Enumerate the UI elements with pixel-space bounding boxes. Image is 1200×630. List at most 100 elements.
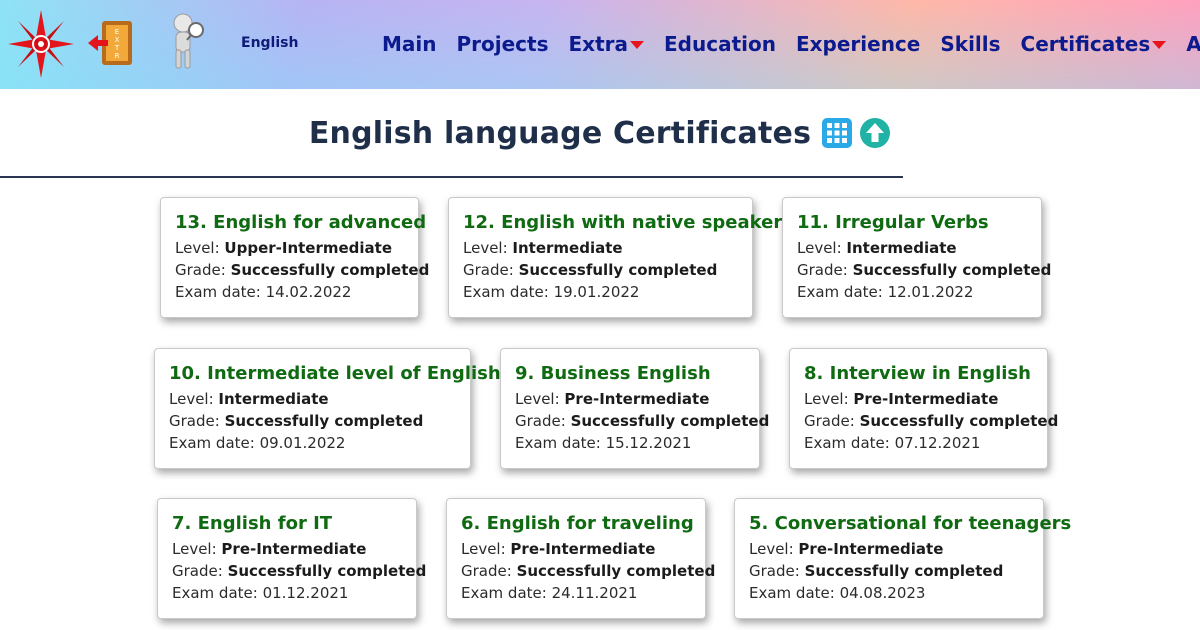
level-value: Intermediate [218,390,329,408]
exam-date-value: 04.08.2023 [839,584,926,602]
compass-star-icon[interactable] [8,10,74,78]
certificate-title: 8. Interview in English [804,363,1031,384]
certificate-card[interactable]: 5. Conversational for teenagers Level: P… [734,498,1072,619]
grade-label: Grade: [804,412,860,430]
language-selector[interactable]: English [241,35,298,51]
site-header: E X T R English Main Projects Extra Educ… [0,0,1200,89]
level-value: Intermediate [846,239,957,257]
certificate-title: 5. Conversational for teenagers [749,513,1072,534]
level-line: Level: Pre-Intermediate [749,538,1029,560]
level-value: Pre-Intermediate [853,390,999,408]
nav-label: Projects [456,32,549,56]
certificate-card[interactable]: 8. Interview in English Level: Pre-Inter… [789,348,1058,469]
exam-date-label: Exam date: [175,283,266,301]
grade-label: Grade: [797,261,853,279]
exam-date-label: Exam date: [515,434,606,452]
certificate-title: 6. English for traveling [461,513,694,534]
certificate-title: 13. English for advanced [175,212,427,233]
certificate-title: 9. Business English [515,363,711,384]
level-label: Level: [175,239,225,257]
exam-date-value: 09.01.2022 [259,434,346,452]
level-label: Level: [804,390,854,408]
level-label: Level: [172,540,222,558]
nav-certificates[interactable]: Certificates [1021,32,1167,56]
level-line: Level: Pre-Intermediate [804,388,1033,410]
nav-education[interactable]: Education [664,32,776,56]
certificate-card[interactable]: 6. English for traveling Level: Pre-Inte… [446,498,715,619]
grade-line: Grade: Successfully completed [804,410,1058,432]
nav-label: Certificates [1020,32,1151,56]
grade-value: Successfully completed [804,562,1004,580]
certificate-card[interactable]: 13. English for advanced Level: Upper-In… [160,197,429,318]
certificate-card[interactable]: 12. English with native speaker Level: I… [448,197,782,318]
level-line: Level: Upper-Intermediate [175,237,404,259]
certificate-title: 7. English for IT [172,513,333,534]
exam-date-label: Exam date: [749,584,840,602]
level-value: Pre-Intermediate [510,540,656,558]
certificate-card[interactable]: 9. Business English Level: Pre-Intermedi… [500,348,769,469]
caret-down-icon [630,41,644,49]
level-label: Level: [461,540,511,558]
exam-date-value: 12.01.2022 [887,283,974,301]
svg-text:E: E [115,28,119,36]
exam-date-line: Exam date: 12.01.2022 [797,281,1027,303]
level-value: Intermediate [512,239,623,257]
certificate-card[interactable]: 11. Irregular Verbs Level: Intermediate … [782,197,1051,318]
caret-down-icon [1152,41,1167,49]
exam-date-value: 14.02.2022 [265,283,352,301]
exit-door-icon[interactable]: E X T R [86,18,136,68]
grade-value: Successfully completed [518,261,718,279]
grade-line: Grade: Successfully completed [515,410,769,432]
level-line: Level: Pre-Intermediate [515,388,745,410]
nav-label: Education [664,32,776,56]
level-line: Level: Pre-Intermediate [461,538,691,560]
svg-text:X: X [115,36,120,44]
level-value: Pre-Intermediate [564,390,710,408]
grade-line: Grade: Successfully completed [797,259,1051,281]
nav-skills[interactable]: Skills [940,32,1000,56]
exam-date-label: Exam date: [797,283,888,301]
nav-label: Skills [940,32,1001,56]
certificate-card[interactable]: 7. English for IT Level: Pre-Intermediat… [157,498,426,619]
nav-main[interactable]: Main [382,32,437,56]
level-label: Level: [749,540,799,558]
magnifier-figure-icon [173,13,204,69]
grid-view-icon[interactable] [821,117,853,149]
grade-label: Grade: [461,562,517,580]
nav-experience[interactable]: Experience [796,32,920,56]
exam-date-line: Exam date: 09.01.2022 [169,432,456,454]
grade-label: Grade: [463,261,519,279]
grade-line: Grade: Successfully completed [172,560,426,582]
grade-value: Successfully completed [852,261,1052,279]
certificate-title: 10. Intermediate level of English [169,363,501,384]
exam-date-line: Exam date: 01.12.2021 [172,582,402,604]
nav-label: Experience [795,32,921,56]
exam-date-label: Exam date: [804,434,895,452]
grade-line: Grade: Successfully completed [461,560,715,582]
grade-line: Grade: Successfully completed [175,259,429,281]
grade-value: Successfully completed [224,412,424,430]
grade-value: Successfully completed [516,562,716,580]
level-value: Pre-Intermediate [798,540,944,558]
certificate-card[interactable]: 10. Intermediate level of English Level:… [154,348,501,469]
exam-date-value: 19.01.2022 [553,283,640,301]
level-line: Level: Intermediate [463,237,738,259]
grade-value: Successfully completed [227,562,427,580]
page-title: English language Certificates [308,115,812,151]
exam-date-line: Exam date: 07.12.2021 [804,432,1033,454]
grade-value: Successfully completed [859,412,1059,430]
level-line: Level: Intermediate [797,237,1027,259]
exam-date-line: Exam date: 04.08.2023 [749,582,1029,604]
level-label: Level: [515,390,565,408]
arrow-up-circle-icon[interactable] [859,117,891,149]
exam-date-line: Exam date: 14.02.2022 [175,281,404,303]
exam-date-label: Exam date: [463,283,554,301]
exam-date-line: Exam date: 15.12.2021 [515,432,745,454]
title-divider [0,176,903,178]
nav-extra[interactable]: Extra [569,32,644,56]
nav-about[interactable]: About [1186,32,1200,56]
nav-label: Main [382,32,437,56]
nav-label: About [1186,32,1200,56]
nav-projects[interactable]: Projects [457,32,549,56]
grade-line: Grade: Successfully completed [749,560,1029,582]
